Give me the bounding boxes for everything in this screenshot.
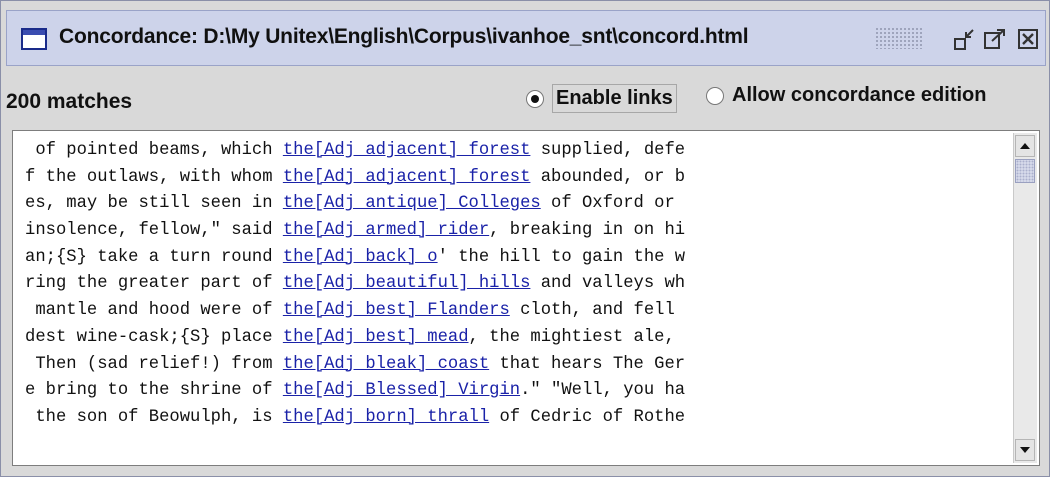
title-grip-pattern [875,27,923,49]
minimize-icon[interactable] [951,25,979,53]
arrow-down-icon[interactable] [1015,439,1035,461]
enable-links-label[interactable]: Enable links [552,84,677,113]
right-context: of Cedric of Rothe [489,407,686,427]
right-context: of Oxford or [540,194,675,214]
right-context: ' the hill to gain the w [437,247,686,267]
scrollbar-thumb[interactable] [1015,159,1035,183]
concordance-window: Concordance: D:\My Unitex\English\Corpus… [0,0,1050,477]
window-icon [21,28,47,50]
left-context: insolence, fellow," said [25,221,283,241]
match-link[interactable]: the[Adj beautiful] hills [283,274,531,293]
close-icon[interactable] [1015,25,1043,53]
allow-edition-label[interactable]: Allow concordance edition [732,84,986,107]
concordance-line: mantle and hood were of the[Adj best] Fl… [25,298,1015,325]
title-bar[interactable]: Concordance: D:\My Unitex\English\Corpus… [6,10,1046,66]
match-link[interactable]: the[Adj best] mead [283,328,469,347]
match-link[interactable]: the[Adj best] Flanders [283,301,510,320]
vertical-scrollbar[interactable] [1013,133,1037,463]
left-context: es, may be still seen in [25,194,283,214]
allow-edition-option[interactable]: Allow concordance edition [706,84,986,107]
match-link[interactable]: the[Adj adjacent] forest [283,168,531,187]
right-context: , the mightiest ale, [468,327,675,347]
left-context: f the outlaws, with whom [25,167,283,187]
left-context: ring the greater part of [25,274,283,294]
arrow-up-icon[interactable] [1015,135,1035,157]
match-link[interactable]: the[Adj armed] rider [283,221,489,240]
right-context: , breaking in on hi [489,221,686,241]
concordance-line: e bring to the shrine of the[Adj Blessed… [25,378,1015,405]
right-context: cloth, and fell [509,301,675,321]
enable-links-radio[interactable] [526,89,544,108]
concordance-line: of pointed beams, which the[Adj adjacent… [25,138,1015,165]
concordance-line: ring the greater part of the[Adj beautif… [25,271,1015,298]
match-link[interactable]: the[Adj born] thrall [283,408,489,427]
concordance-line: f the outlaws, with whom the[Adj adjacen… [25,165,1015,192]
concordance-text-area[interactable]: of pointed beams, which the[Adj adjacent… [12,130,1040,466]
left-context: an;{S} take a turn round [25,247,283,267]
matches-count: 200 matches [6,90,133,113]
right-context: ." "Well, you ha [520,381,686,401]
concordance-line: the son of Beowulph, is the[Adj born] th… [25,405,1015,432]
left-context: the son of Beowulph, is [25,407,283,427]
left-context: of pointed beams, which [25,141,283,160]
left-context: dest wine-cask;{S} place [25,327,283,347]
enable-links-option[interactable]: Enable links [526,84,677,113]
left-context: mantle and hood were of [25,301,283,321]
concordance-lines: of pointed beams, which the[Adj adjacent… [25,138,1015,432]
right-context: abounded, or b [530,167,686,187]
match-link[interactable]: the[Adj bleak] coast [283,355,489,374]
concordance-line: Then (sad relief!) from the[Adj bleak] c… [25,352,1015,379]
right-context: that hears The Ger [489,354,686,374]
concordance-line: es, may be still seen in the[Adj antique… [25,191,1015,218]
concordance-panel: 200 matches Enable links Allow concordan… [6,68,1046,472]
window-title: Concordance: D:\My Unitex\English\Corpus… [59,25,749,48]
match-link[interactable]: the[Adj back] o [283,248,438,267]
match-link[interactable]: the[Adj Blessed] Virgin [283,381,520,400]
left-context: Then (sad relief!) from [25,354,283,374]
right-context: and valleys wh [530,274,686,294]
match-link[interactable]: the[Adj antique] Colleges [283,194,541,213]
concordance-line: an;{S} take a turn round the[Adj back] o… [25,245,1015,272]
match-link[interactable]: the[Adj adjacent] forest [283,141,531,160]
concordance-line: dest wine-cask;{S} place the[Adj best] m… [25,325,1015,352]
right-context: supplied, defe [530,141,686,160]
allow-edition-radio[interactable] [706,86,724,105]
maximize-icon[interactable] [981,25,1009,53]
concordance-line: insolence, fellow," said the[Adj armed] … [25,218,1015,245]
left-context: e bring to the shrine of [25,381,283,401]
